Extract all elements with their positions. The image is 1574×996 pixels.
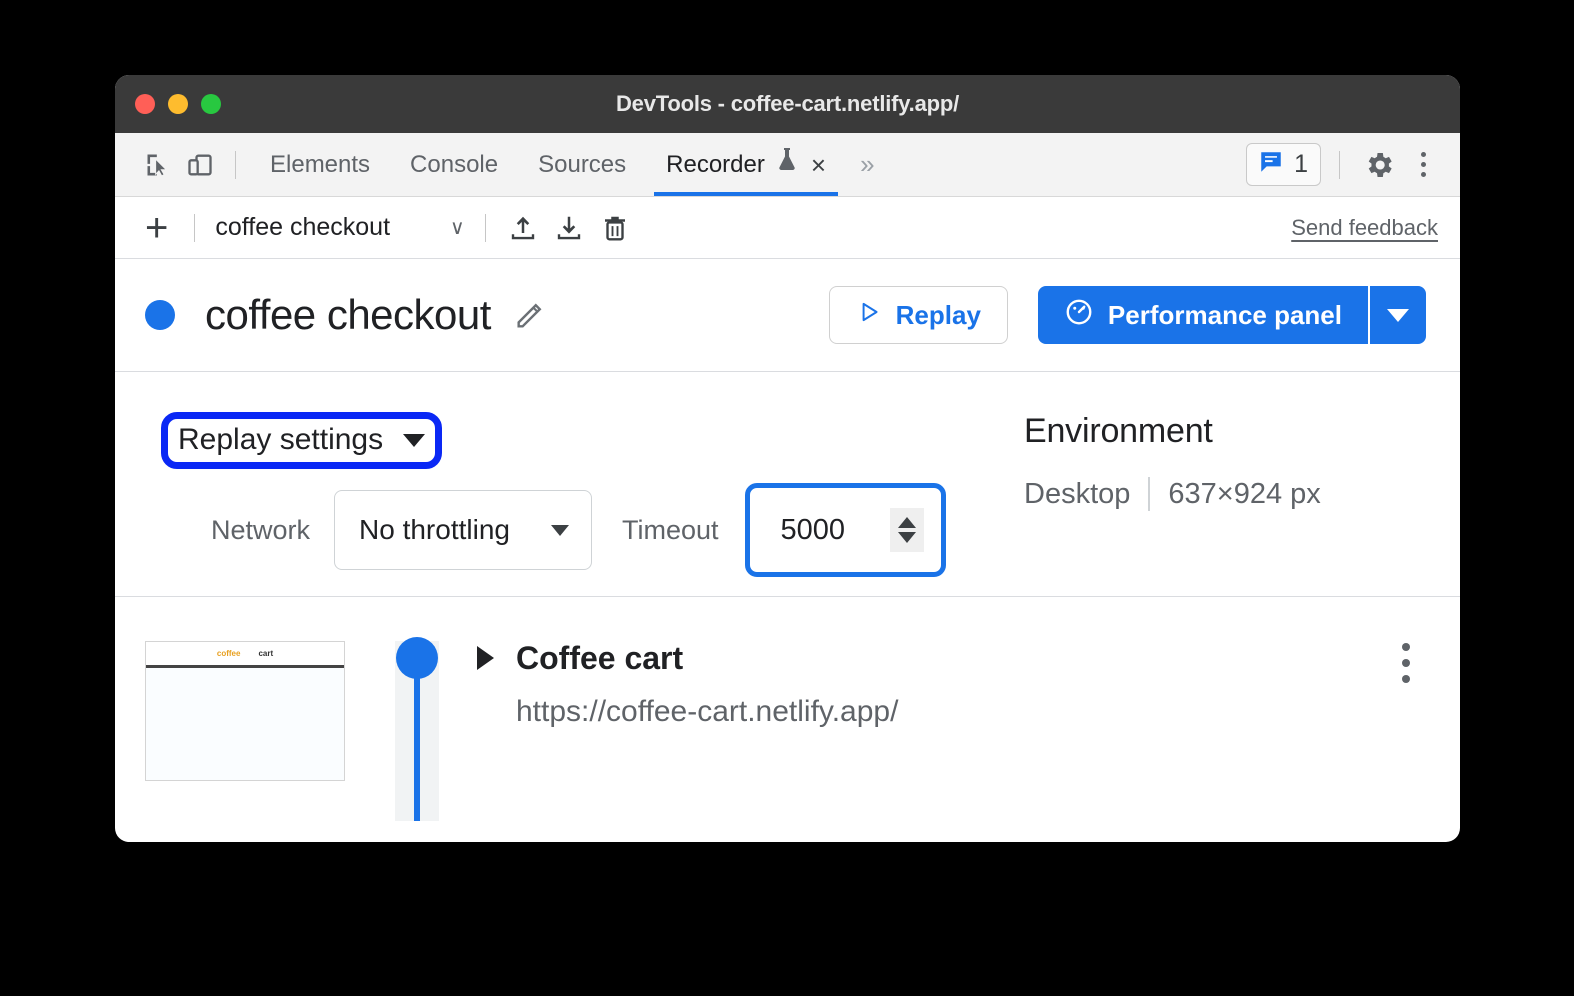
tabbar-right-group: 1 [1246,143,1442,186]
caret-down-icon [1387,308,1409,322]
tab-sources[interactable]: Sources [518,134,646,196]
recorder-toolbar-divider-2 [484,213,486,242]
devtools-tabbar: Elements Console Sources Recorder × » 1 [115,133,1460,197]
recording-title: coffee checkout [205,291,491,338]
pencil-icon[interactable] [513,298,547,332]
performance-gauge-icon [1064,297,1094,334]
maximize-window-button[interactable] [201,94,221,114]
thumbnail-header-bar: coffee cart [146,642,344,668]
close-window-button[interactable] [135,94,155,114]
replay-settings-fields: Network No throttling Timeout 5000 [145,483,1006,577]
step-menu-icon[interactable] [1386,633,1426,683]
play-triangle-icon [856,299,882,332]
recording-header: coffee checkout Replay Performance panel [115,259,1460,372]
environment-section: Environment Desktop 637×924 px [1006,412,1426,562]
tabbar-right-divider [1339,150,1340,179]
timeout-value: 5000 [780,513,846,546]
device-toolbar-icon[interactable] [179,144,221,186]
step-title: Coffee cart [516,639,684,676]
tab-recorder-label: Recorder [666,150,765,178]
trash-icon[interactable] [592,207,638,249]
minimize-window-button[interactable] [168,94,188,114]
send-feedback-link[interactable]: Send feedback [1291,215,1438,241]
issues-button[interactable]: 1 [1246,143,1321,186]
close-recorder-tab-icon[interactable]: × [811,152,826,178]
replay-settings-toggle[interactable]: Replay settings [178,423,426,457]
stepper-down-icon[interactable] [897,532,916,543]
step-header-row: Coffee cart [477,633,1426,683]
triangle-right-icon[interactable] [477,646,494,670]
window-titlebar: DevTools - coffee-cart.netlify.app/ [115,75,1460,133]
tab-elements[interactable]: Elements [250,134,390,196]
devtools-window: DevTools - coffee-cart.netlify.app/ Elem… [115,75,1460,842]
step-marker-dot[interactable] [396,637,438,679]
step-screenshot-thumbnail: coffee cart [145,641,345,781]
tab-recorder[interactable]: Recorder × [646,134,846,196]
network-throttling-select[interactable]: No throttling [334,490,592,570]
thumbnail-text: cart [258,649,274,658]
create-recording-button[interactable]: + [139,208,174,248]
environment-device: Desktop [1024,477,1131,510]
inspect-element-icon[interactable] [137,144,179,186]
environment-title: Environment [1024,412,1213,450]
screenshot-root: DevTools - coffee-cart.netlify.app/ Elem… [0,0,1574,996]
performance-panel-dropdown-button[interactable] [1368,286,1426,344]
network-throttling-value: No throttling [359,514,510,545]
replay-button-label: Replay [895,299,981,330]
environment-details: Desktop 637×924 px [1024,477,1426,511]
experimental-flask-icon [775,134,799,196]
replay-settings-left: Replay settings Network No throttling Ti… [145,412,1006,577]
tabbar-overflow-icon[interactable]: » [846,149,885,180]
recorder-toolbar-divider-1 [194,213,196,242]
step-timeline [387,633,447,821]
steps-list: coffee cart Coffee cart https://coffee-c… [115,597,1460,821]
recording-selector-value: coffee checkout [215,213,391,241]
environment-divider [1148,477,1151,511]
thumbnail-logo: coffee [216,649,241,658]
timeout-stepper[interactable] [889,508,924,552]
timeout-highlight: 5000 [744,483,946,577]
recorder-toolbar: + coffee checkout ∨ Send feedback [115,197,1460,259]
traffic-lights [135,94,221,114]
devtools-more-menu-icon[interactable] [1404,145,1442,185]
chevron-down-icon: ∨ [450,217,465,239]
step-url: https://coffee-cart.netlify.app/ [516,695,899,728]
tabbar-divider [235,150,236,179]
recording-header-actions: Replay Performance panel [828,286,1426,344]
issues-message-icon [1257,149,1285,180]
chevron-down-icon [551,524,569,536]
gear-icon[interactable] [1358,144,1400,186]
performance-panel-button-group: Performance panel [1037,286,1426,344]
replay-settings-label: Replay settings [178,423,384,456]
replay-button[interactable]: Replay [828,286,1008,344]
performance-panel-label: Performance panel [1107,299,1342,330]
recording-status-dot [145,300,175,330]
issues-count: 1 [1294,150,1308,178]
table-row[interactable]: Coffee cart https://coffee-cart.netlify.… [477,633,1426,781]
replay-settings-section: Replay settings Network No throttling Ti… [115,372,1460,597]
caret-down-icon [403,433,426,447]
network-label: Network [210,514,310,545]
timeout-input[interactable]: 5000 [752,491,938,569]
window-title: DevTools - coffee-cart.netlify.app/ [615,91,960,116]
recording-selector[interactable]: coffee checkout ∨ [209,213,470,242]
upload-icon[interactable] [500,207,546,249]
tab-console[interactable]: Console [390,134,518,196]
stepper-up-icon[interactable] [897,517,916,528]
performance-panel-button[interactable]: Performance panel [1037,286,1368,344]
download-icon[interactable] [546,207,592,249]
timeout-label: Timeout [622,514,719,545]
replay-settings-highlight: Replay settings [161,412,443,469]
environment-viewport: 637×924 px [1168,477,1321,510]
